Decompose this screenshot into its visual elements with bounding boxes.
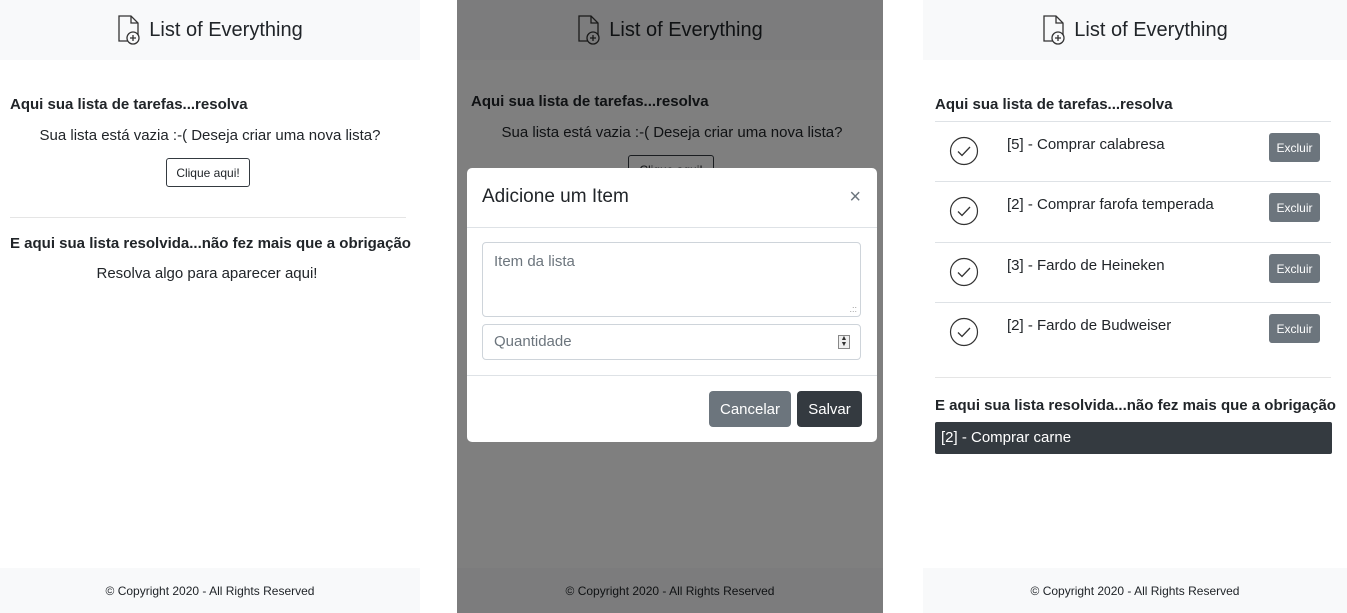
task-row: [2] - Fardo de Budweiser Excluir xyxy=(935,302,1331,362)
app-title: List of Everything xyxy=(149,18,303,41)
check-circle-icon[interactable] xyxy=(949,196,979,226)
done-heading: E aqui sua lista resolvida...não fez mai… xyxy=(935,397,1336,414)
quantity-input[interactable]: Quantidade ▲ ▼ xyxy=(482,324,861,360)
delete-button[interactable]: Excluir xyxy=(1269,133,1320,162)
todo-heading: Aqui sua lista de tarefas...resolva xyxy=(10,96,248,113)
resize-handle-icon[interactable]: .:: xyxy=(849,304,857,314)
screen-filled-list: List of Everything Aqui sua lista de tar… xyxy=(923,0,1347,613)
task-row: [5] - Comprar calabresa Excluir xyxy=(935,121,1331,181)
resolved-item-label: [2] - Comprar carne xyxy=(941,429,1072,446)
spinner-icon[interactable]: ▲ ▼ xyxy=(838,335,850,349)
save-button[interactable]: Salvar xyxy=(797,391,862,427)
close-icon[interactable]: × xyxy=(849,187,861,207)
delete-button[interactable]: Excluir xyxy=(1269,314,1320,343)
task-row: [3] - Fardo de Heineken Excluir xyxy=(935,242,1331,302)
task-row: [2] - Comprar farofa temperada Excluir xyxy=(935,181,1331,241)
task-label: [2] - Comprar farofa temperada xyxy=(1007,196,1214,213)
file-add-icon xyxy=(118,15,140,45)
check-circle-icon[interactable] xyxy=(949,317,979,347)
app-header: List of Everything xyxy=(923,0,1347,60)
item-textarea[interactable]: Item da lista .:: xyxy=(482,242,861,317)
done-empty-message: Resolva algo para aparecer aqui! xyxy=(96,265,318,282)
task-label: [2] - Fardo de Budweiser xyxy=(1007,317,1172,334)
screen-add-item-modal: List of Everything Aqui sua lista de tar… xyxy=(457,0,883,613)
footer: © Copyright 2020 - All Rights Reserved xyxy=(923,568,1347,613)
empty-list-message: Sua lista está vazia :-( Deseja criar um… xyxy=(39,127,381,144)
quantity-placeholder: Quantidade xyxy=(494,333,572,350)
resolved-item[interactable]: [2] - Comprar carne xyxy=(935,422,1332,454)
delete-button[interactable]: Excluir xyxy=(1269,254,1320,283)
check-circle-icon[interactable] xyxy=(949,257,979,287)
done-heading: E aqui sua lista resolvida...não fez mai… xyxy=(10,235,411,252)
check-circle-icon[interactable] xyxy=(949,136,979,166)
delete-button[interactable]: Excluir xyxy=(1269,193,1320,222)
modal-title: Adicione um Item xyxy=(482,186,629,207)
app-title: List of Everything xyxy=(1074,18,1228,41)
task-label: [3] - Fardo de Heineken xyxy=(1007,257,1165,274)
modal-footer-divider xyxy=(467,375,877,376)
screen-empty-list: List of Everything Aqui sua lista de tar… xyxy=(0,0,420,613)
create-list-button[interactable]: Clique aqui! xyxy=(166,158,250,187)
cancel-button[interactable]: Cancelar xyxy=(709,391,791,427)
gap xyxy=(420,0,457,613)
file-add-icon xyxy=(1043,15,1065,45)
footer: © Copyright 2020 - All Rights Reserved xyxy=(0,568,420,613)
item-placeholder: Item da lista xyxy=(494,253,575,270)
add-item-modal: Adicione um Item × Item da lista .:: Qua… xyxy=(467,168,877,442)
app-header: List of Everything xyxy=(0,0,420,60)
gap xyxy=(883,0,923,613)
divider xyxy=(935,377,1331,378)
task-label: [5] - Comprar calabresa xyxy=(1007,136,1165,153)
modal-header-divider xyxy=(467,227,877,228)
todo-heading: Aqui sua lista de tarefas...resolva xyxy=(935,96,1173,113)
divider xyxy=(10,217,406,218)
